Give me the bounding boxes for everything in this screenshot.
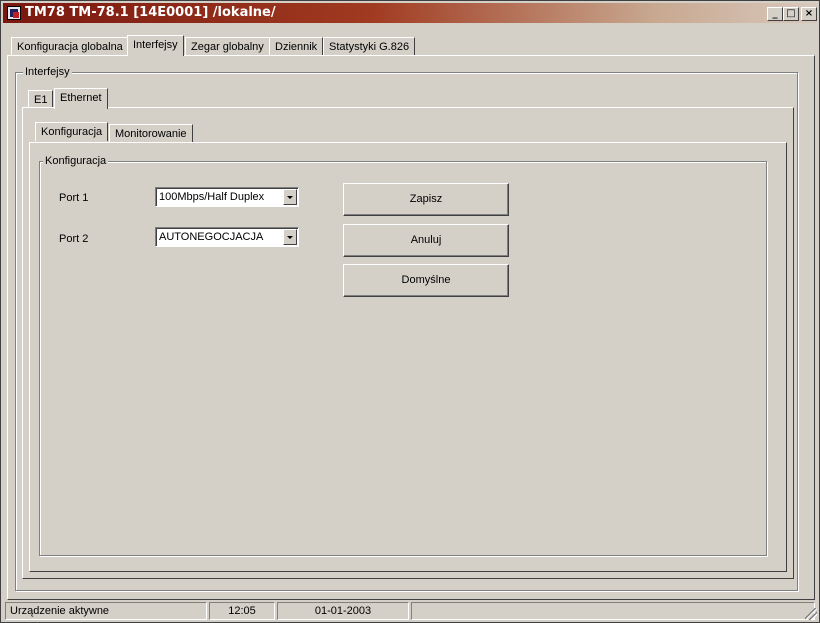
konfiguracja-group-legend: Konfiguracja [43,155,109,167]
tab-konfiguracja-globalna[interactable]: Konfiguracja globalna [11,37,129,56]
window-title: TM78 TM-78.1 [14E0001] /lokalne/ [25,5,276,20]
konfiguracja-tab-panel: Konfiguracja Port 1 100Mbps/Half Duplex … [29,142,787,572]
status-bar: Urządzenie aktywne 12:05 01-01-2003 [3,602,819,622]
konfiguracja-group [39,161,767,556]
tab-interfejsy[interactable]: Interfejsy [127,35,184,56]
status-device-state: Urządzenie aktywne [5,602,207,620]
port2-value: AUTONEGOCJACJA [159,231,264,243]
resize-grip-icon[interactable] [805,608,817,620]
defaults-button[interactable]: Domyślne [343,264,509,297]
port1-value: 100Mbps/Half Duplex [159,191,265,203]
close-button[interactable]: × [801,7,817,21]
status-time: 12:05 [209,602,275,620]
port2-select[interactable]: AUTONEGOCJACJA [155,227,299,247]
tab-monitorowanie[interactable]: Monitorowanie [109,124,193,143]
interfejsy-group-legend: Interfejsy [23,66,72,78]
port1-select[interactable]: 100Mbps/Half Duplex [155,187,299,207]
port1-dropdown-arrow-icon[interactable] [283,189,297,205]
maximize-button[interactable]: □ [783,7,799,21]
minimize-button[interactable]: _ [767,7,783,21]
status-date: 01-01-2003 [277,602,409,620]
title-bar[interactable]: TM78 TM-78.1 [14E0001] /lokalne/ _ □ × [3,3,817,23]
port1-label: Port 1 [59,192,89,204]
tab-ethernet[interactable]: Ethernet [54,88,108,109]
save-button[interactable]: Zapisz [343,183,509,216]
app-icon[interactable] [7,6,21,20]
tab-dziennik[interactable]: Dziennik [269,37,324,56]
tab-konfiguracja[interactable]: Konfiguracja [35,122,109,141]
app-window: TM78 TM-78.1 [14E0001] /lokalne/ _ □ × K… [0,0,820,623]
tab-zegar-globalny[interactable]: Zegar globalny [185,37,270,56]
port2-dropdown-arrow-icon[interactable] [283,229,297,245]
status-empty-pane [411,602,815,620]
interfejsy-tab-panel: Interfejsy E1 Ethernet Konfiguracja Moni… [7,55,815,600]
ethernet-tab-panel: Konfiguracja Monitorowanie Konfiguracja … [22,107,794,579]
port2-label: Port 2 [59,233,89,245]
cancel-button[interactable]: Anuluj [343,224,509,257]
tab-statystyki-g826[interactable]: Statystyki G.826 [323,37,416,56]
